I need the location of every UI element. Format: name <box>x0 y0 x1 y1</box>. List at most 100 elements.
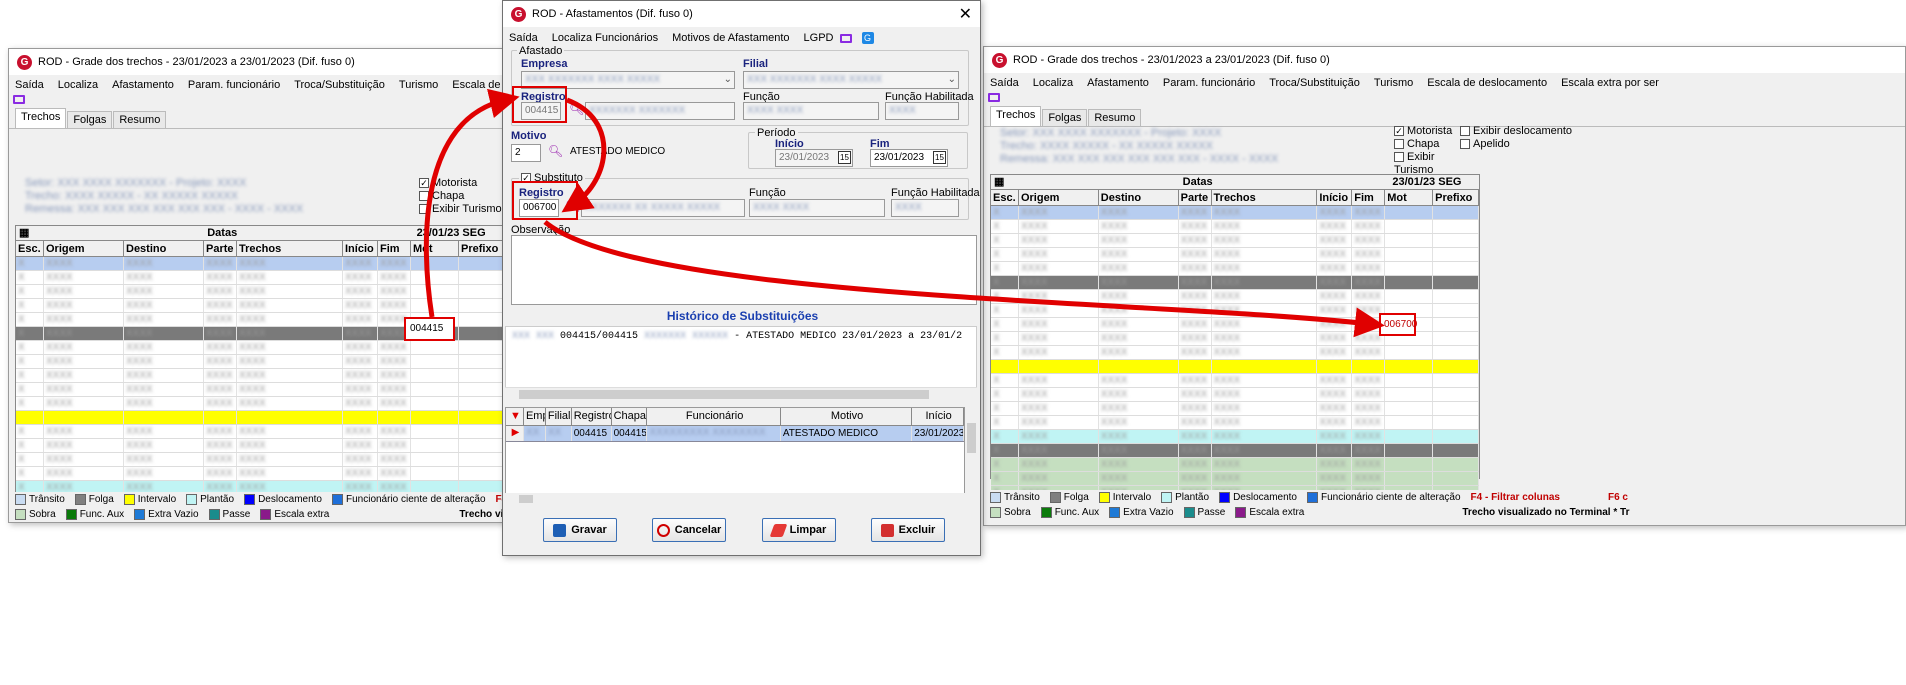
left-mot-value[interactable]: 004415 <box>410 323 443 334</box>
exibir-turismo-checkbox[interactable] <box>419 204 429 215</box>
exibir-turismo-checkbox[interactable] <box>1394 152 1404 163</box>
substituicoes-hscrollbar[interactable] <box>505 493 977 505</box>
col-funcionario[interactable]: Funcionário <box>647 408 781 425</box>
col-destino[interactable]: Destino <box>124 241 204 256</box>
table-row[interactable]: XXXXXXXXXXXXXXXXXXXXXXXXX <box>16 355 507 369</box>
table-row[interactable]: XXXXXXXXXXXXXXXXXXXXXXXXX <box>991 430 1480 444</box>
calendar-icon[interactable]: ▦ <box>991 175 1011 189</box>
menu-motivos-afastamento[interactable]: Motivos de Afastamento <box>672 32 789 44</box>
motivo-code-input[interactable]: 2 <box>511 144 541 162</box>
col-inicio[interactable]: Início <box>1317 190 1353 205</box>
col-chapa[interactable]: Chapa <box>612 408 648 425</box>
observacao-textarea[interactable] <box>511 235 977 305</box>
menu-param-funcionario[interactable]: Param. funcionário <box>1163 77 1255 89</box>
col-parte[interactable]: Parte <box>204 241 237 256</box>
menu-escala-deslocamento[interactable]: Escala de deslocamento <box>1427 77 1547 89</box>
table-row[interactable]: XXXXXXXXXXXXXXXXXXXXXXXXX <box>16 369 507 383</box>
table-row[interactable] <box>16 411 507 425</box>
table-row[interactable]: XXXXXXXXXXXXXXXXXXXXXXXXX <box>991 206 1480 220</box>
menu-afastamento[interactable]: Afastamento <box>112 79 174 91</box>
table-row[interactable] <box>991 360 1480 374</box>
table-row[interactable]: XXXXXXXXXXXXXXXXXXXXXXXXX <box>16 299 507 313</box>
col-inicio[interactable]: Início <box>912 408 964 425</box>
menu-turismo[interactable]: Turismo <box>1374 77 1413 89</box>
table-row[interactable]: XXXXXXXXXXXXXXXXXXXXXXXXX <box>16 425 507 439</box>
menu-saida[interactable]: Saída <box>15 79 44 91</box>
menu-localiza-funcionarios[interactable]: Localiza Funcionários <box>552 32 658 44</box>
table-row[interactable]: XXXXXXXXXXXXXXXXXXXXXXXXX <box>991 458 1480 472</box>
col-registro[interactable]: Registro <box>572 408 612 425</box>
historico-hscrollbar[interactable] <box>505 387 977 400</box>
table-row[interactable]: XXXXXXXXXXXXXXXXXXXXXXXXX <box>16 439 507 453</box>
col-mot[interactable]: Mot <box>411 241 459 256</box>
col-trechos[interactable]: Trechos <box>1212 190 1318 205</box>
table-row[interactable]: XXXXXXXXXXXXXXXXXXXXXXXXX <box>16 271 507 285</box>
chapa-checkbox[interactable] <box>1394 139 1404 150</box>
menu-saida[interactable]: Saída <box>990 77 1019 89</box>
apelido-checkbox[interactable] <box>1460 139 1470 150</box>
col-fim[interactable]: Fim <box>1352 190 1386 205</box>
table-row[interactable]: XXXXXXXXXXXXXXXXXXXXXXXXX <box>991 374 1480 388</box>
menu-saida[interactable]: Saída <box>509 32 538 44</box>
menu-param-funcionario[interactable]: Param. funcionário <box>188 79 280 91</box>
motorista-checkbox[interactable]: ✓ <box>419 178 429 189</box>
col-esc[interactable]: Esc. <box>16 241 44 256</box>
table-row[interactable]: XXXXXXXXXXXXXXXXXXXXXXXXX <box>991 234 1480 248</box>
close-icon[interactable]: ✕ <box>959 4 972 24</box>
inicio-date-input[interactable]: 23/01/2023 15 <box>775 149 853 167</box>
substituicoes-vscrollbar[interactable] <box>965 407 978 493</box>
exibir-deslocamento-checkbox[interactable] <box>1460 126 1470 137</box>
right-mot-value[interactable]: 006700 <box>1384 319 1417 330</box>
gravar-button[interactable]: Gravar <box>543 518 617 542</box>
monitor-icon[interactable] <box>988 93 1000 102</box>
table-row[interactable]: XXXXXXXXXXXXXXXXXXXXXXXXX <box>991 416 1480 430</box>
table-row[interactable]: XXXXXXXXXXXXXXXXXXXXXXXXX <box>16 453 507 467</box>
excluir-button[interactable]: Excluir <box>871 518 945 542</box>
calendar-icon[interactable]: 15 <box>933 151 946 164</box>
tab-resumo[interactable]: Resumo <box>113 111 167 128</box>
col-esc[interactable]: Esc. <box>991 190 1019 205</box>
app-g-icon[interactable]: G <box>861 32 874 44</box>
chapa-checkbox[interactable] <box>419 191 429 202</box>
substituicoes-row[interactable]: ▶ XX XX 004415 004415 XXXXXXXXX XXXXXXXX… <box>506 426 964 442</box>
menu-localiza[interactable]: Localiza <box>1033 77 1073 89</box>
col-motivo[interactable]: Motivo <box>781 408 913 425</box>
menu-localiza[interactable]: Localiza <box>58 79 98 91</box>
table-row[interactable]: XXXXXXXXXXXXXXXXXXXXXXXXX <box>16 467 507 481</box>
sort-down-icon[interactable]: ▼ <box>506 408 524 425</box>
table-row[interactable]: XXXXXXXXXXXXXXXXXXXXXXXXX <box>16 397 507 411</box>
table-row[interactable]: XXXXXXXXXXXXXXXXXXXXXXXXX <box>991 220 1480 234</box>
motorista-checkbox[interactable]: ✓ <box>1394 126 1404 137</box>
col-filial[interactable]: Filial <box>546 408 572 425</box>
menu-turismo[interactable]: Turismo <box>399 79 438 91</box>
col-prefixo[interactable]: Prefixo <box>1433 190 1480 205</box>
col-mot[interactable]: Mot <box>1385 190 1434 205</box>
table-row[interactable]: XXXXXXXXXXXXXXXXXXXXXXXXX <box>991 388 1480 402</box>
tab-folgas[interactable]: Folgas <box>67 111 113 128</box>
col-parte[interactable]: Parte <box>1179 190 1212 205</box>
tab-resumo[interactable]: Resumo <box>1088 109 1142 126</box>
table-row[interactable]: XXXXXXXXXXXXXXXXXXXXXXXXX <box>991 472 1480 486</box>
col-inicio[interactable]: Início <box>343 241 378 256</box>
table-row[interactable]: XXXXXXXXXXXXXXXXXXXXXXXXX <box>991 346 1480 360</box>
table-row[interactable]: XXXXXXXXXXXXXXXXXXXXXXXXX <box>991 444 1480 458</box>
menu-troca-substituicao[interactable]: Troca/Substituição <box>1269 77 1360 89</box>
tab-trechos[interactable]: Trechos <box>15 108 67 128</box>
table-row[interactable]: XXXXXXXXXXXXXXXXXXXXXXXXX <box>991 262 1480 276</box>
cancelar-button[interactable]: Cancelar <box>652 518 726 542</box>
table-row[interactable]: XXXXXXXXXXXXXXXXXXXXXXXXX <box>991 290 1480 304</box>
limpar-button[interactable]: Limpar <box>762 518 836 542</box>
search-icon[interactable]: 🔍︎ <box>548 144 563 158</box>
fim-date-input[interactable]: 23/01/2023 15 <box>870 149 948 167</box>
col-trechos[interactable]: Trechos <box>237 241 343 256</box>
col-prefixo[interactable]: Prefixo <box>459 241 505 256</box>
table-row[interactable]: XXXXXXXXXXXXXXXXXXXXXXXXX <box>991 276 1480 290</box>
table-row[interactable]: XXXXXXXXXXXXXXXXXXXXXXXXX <box>991 402 1480 416</box>
monitor-icon[interactable] <box>13 95 25 104</box>
monitor-icon[interactable] <box>839 33 852 43</box>
search-icon[interactable]: 🔍︎ <box>569 102 584 116</box>
menu-escala-extra[interactable]: Escala extra por ser <box>1561 77 1659 89</box>
table-row[interactable]: XXXXXXXXXXXXXXXXXXXXXXXXX <box>16 285 507 299</box>
tab-folgas[interactable]: Folgas <box>1042 109 1088 126</box>
tab-trechos[interactable]: Trechos <box>990 106 1042 126</box>
